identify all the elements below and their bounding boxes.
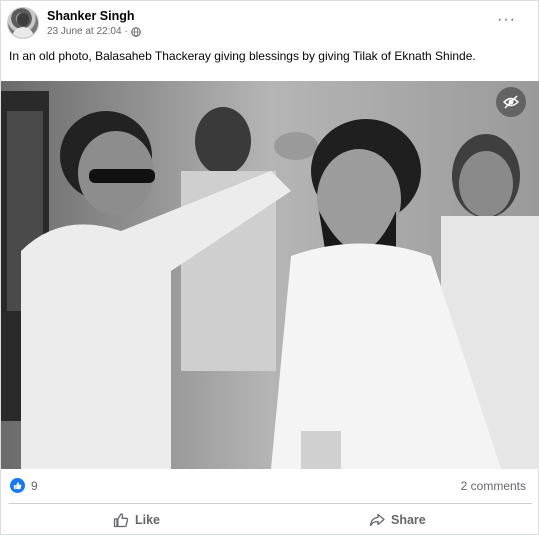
post-header: Shanker Singh 23 June at 22:04 · ··· [7, 7, 534, 41]
comment-count[interactable]: 2 comments [461, 479, 526, 493]
share-icon [369, 513, 385, 527]
globe-icon[interactable] [131, 26, 141, 37]
like-label: Like [135, 513, 161, 527]
avatar-head [17, 13, 29, 26]
like-button[interactable]: Like [113, 508, 160, 532]
post-photo[interactable] [1, 81, 539, 469]
share-label: Share [391, 513, 426, 527]
author-name[interactable]: Shanker Singh [47, 9, 135, 23]
post-caption: In an old photo, Balasaheb Thackeray giv… [9, 49, 476, 63]
more-options-icon[interactable]: ··· [497, 12, 516, 28]
facebook-post: Shanker Singh 23 June at 22:04 · ··· In … [0, 0, 539, 535]
post-date[interactable]: 23 June at 22:04 [47, 26, 122, 37]
post-meta: 23 June at 22:04 · [47, 26, 141, 37]
reaction-count[interactable]: 9 [31, 479, 38, 493]
share-button[interactable]: Share [369, 508, 426, 532]
meta-separator: · [124, 26, 128, 37]
author-avatar[interactable] [7, 7, 39, 39]
thumbs-up-icon[interactable] [10, 478, 25, 493]
post-stats: 9 2 comments [1, 471, 539, 501]
post-actions: Like Share [1, 504, 539, 535]
avatar-body [12, 27, 34, 38]
like-icon [113, 513, 129, 528]
hide-eye-icon[interactable] [496, 87, 526, 117]
